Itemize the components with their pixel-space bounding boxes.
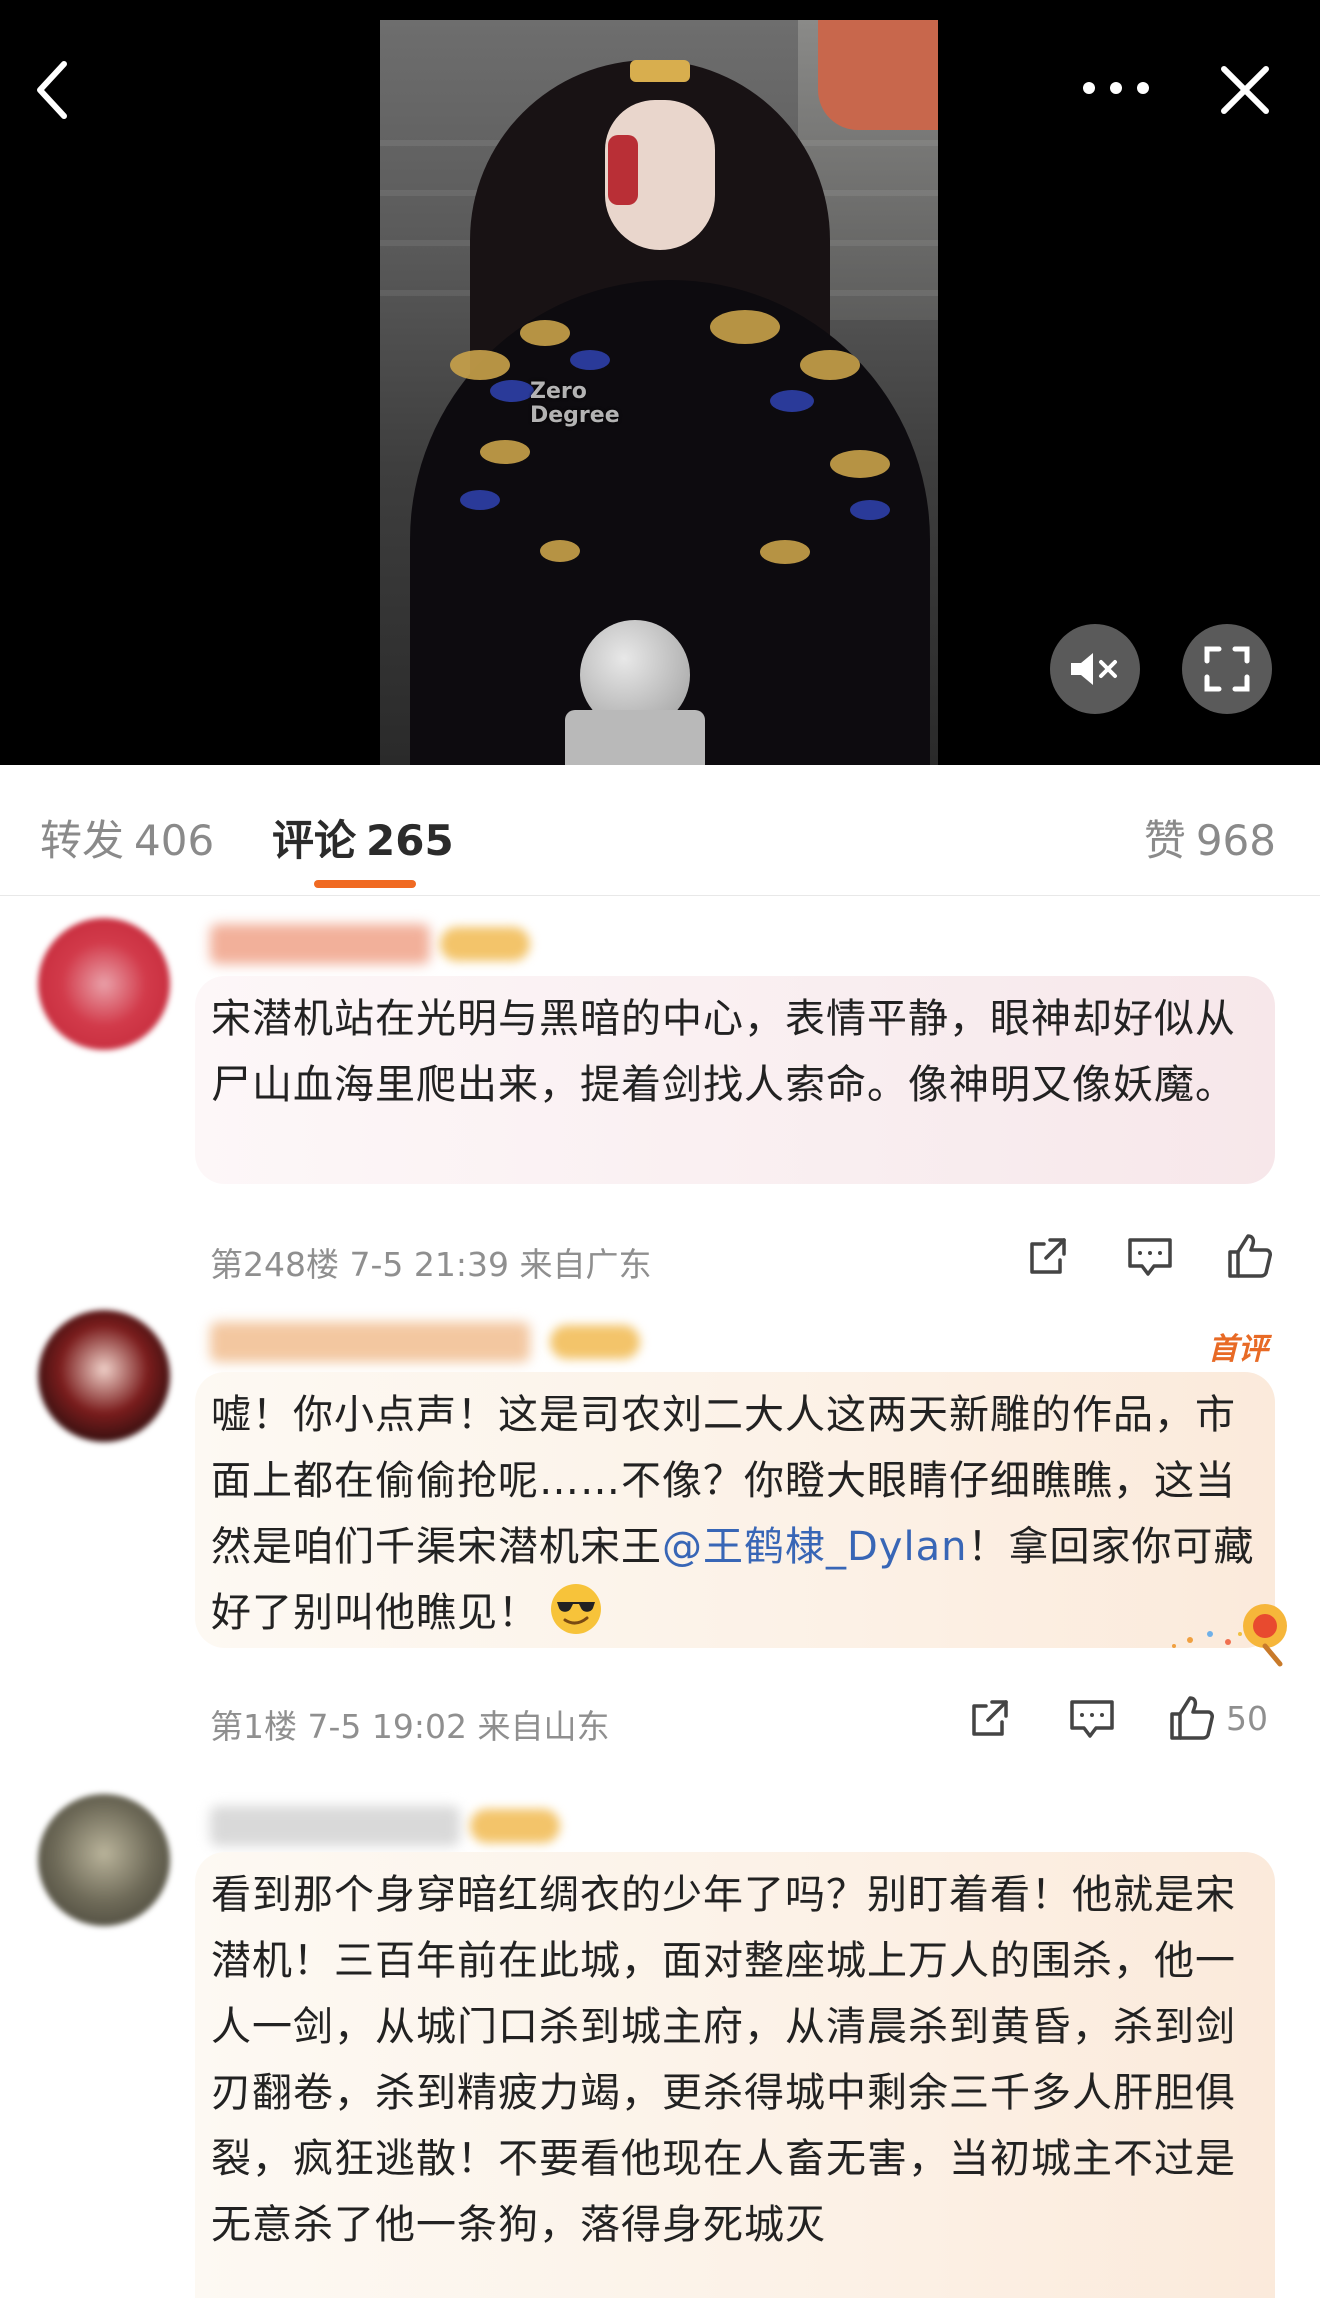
share-icon (1030, 1238, 1066, 1274)
like-button[interactable] (1222, 1226, 1278, 1286)
interaction-tabs: 转发 406 评论 265 赞 968 (0, 765, 1320, 896)
like-icon (1170, 1696, 1214, 1740)
comment-text: 宋潜机站在光明与黑暗的中心，表情平静，眼神却好似从尸山血海里爬出来，提着剑找人索… (211, 996, 1236, 1108)
more-icon (1083, 82, 1149, 94)
comment-bubble: 看到那个身穿暗红绸衣的少年了吗？别盯着看！他就是宋潜机！三百年前在此城，面对整座… (195, 1852, 1275, 2298)
mention-link[interactable]: @王鹤棣_Dylan (662, 1524, 967, 1570)
video-frame[interactable]: Zero Degree (380, 20, 938, 765)
active-tab-indicator (314, 880, 416, 888)
comment-meta: 第248楼 7-5 21:39 来自广东 (210, 1245, 652, 1284)
avatar[interactable] (38, 918, 170, 1050)
share-icon (972, 1700, 1008, 1736)
tab-comment-count: 265 (366, 816, 454, 865)
comment-item: 首评 嘘！你小点声！这是司农刘二大人这两天新雕的作品，市面上都在偷偷抢呢……不像… (0, 1300, 1320, 1770)
more-button[interactable] (1068, 60, 1164, 116)
avatar[interactable] (38, 1794, 170, 1926)
close-button[interactable] (1210, 55, 1280, 125)
cool-emoji-icon (551, 1584, 601, 1634)
comment-icon (1128, 1238, 1172, 1276)
like-count: 50 (1226, 1698, 1268, 1738)
share-button[interactable] (1020, 1228, 1076, 1284)
like-icon (1228, 1234, 1272, 1278)
comment-icon (1070, 1700, 1114, 1738)
tab-like-count: 968 (1195, 816, 1276, 865)
tab-like-label: 赞 (1143, 816, 1186, 865)
vip-badge (470, 1809, 560, 1843)
mute-button[interactable] (1050, 624, 1140, 714)
comment-meta: 第1楼 7-5 19:02 来自山东 (210, 1707, 610, 1746)
tab-forward-count: 406 (134, 816, 215, 865)
tab-like[interactable]: 赞 968 (1144, 807, 1276, 868)
comment-item: 看到那个身穿暗红绸衣的少年了吗？别盯着看！他就是宋潜机！三百年前在此城，面对整座… (0, 1780, 1320, 2298)
video-player[interactable]: Zero Degree (0, 0, 1320, 765)
comment-bubble: 嘘！你小点声！这是司农刘二大人这两天新雕的作品，市面上都在偷偷抢呢……不像？你瞪… (195, 1372, 1275, 1648)
vip-badge (550, 1325, 640, 1359)
back-button[interactable] (22, 50, 82, 130)
reply-button[interactable] (1120, 1228, 1180, 1284)
back-icon (37, 61, 67, 119)
video-watermark: Zero Degree (530, 379, 620, 428)
username[interactable] (210, 1806, 460, 1846)
tab-comment-label: 评论 (272, 816, 357, 865)
first-comment-badge: 首评 (1208, 1332, 1268, 1367)
tab-forward-label: 转发 (40, 816, 125, 865)
reply-button[interactable] (1062, 1690, 1122, 1746)
comment-bubble: 宋潜机站在光明与黑暗的中心，表情平静，眼神却好似从尸山血海里爬出来，提着剑找人索… (195, 976, 1275, 1184)
bubble-decoration-icon (1172, 1604, 1287, 1667)
like-button[interactable]: 50 (1168, 1688, 1286, 1748)
username[interactable] (210, 924, 430, 964)
fullscreen-button[interactable] (1182, 624, 1272, 714)
tab-comment[interactable]: 评论 265 (272, 807, 454, 868)
comment-text: 看到那个身穿暗红绸衣的少年了吗？别盯着看！他就是宋潜机！三百年前在此城，面对整座… (211, 1872, 1236, 2248)
close-icon (1221, 66, 1269, 114)
comment-item: 宋潜机站在光明与黑暗的中心，表情平静，眼神却好似从尸山血海里爬出来，提着剑找人索… (0, 900, 1320, 1300)
vip-badge (440, 927, 530, 961)
tab-forward[interactable]: 转发 406 (40, 807, 214, 868)
mute-icon (1071, 653, 1117, 685)
share-button[interactable] (962, 1690, 1018, 1746)
fullscreen-icon (1204, 646, 1250, 692)
comment-text: 嘘！你小点声！这是司农刘二大人这两天新雕的作品，市面上都在偷偷抢呢……不像？你瞪… (211, 1382, 1259, 1646)
avatar[interactable] (38, 1310, 170, 1442)
username[interactable] (210, 1322, 530, 1362)
